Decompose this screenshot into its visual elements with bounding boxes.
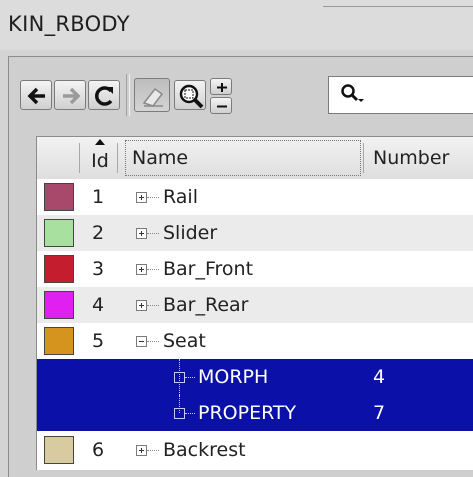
row-name: Seat: [163, 330, 206, 352]
tree-connector: [147, 341, 159, 342]
row-name: MORPH: [198, 366, 269, 388]
color-swatch: [44, 327, 74, 355]
column-header-id[interactable]: Id: [89, 137, 111, 179]
table-header: Id Name Number: [37, 137, 473, 180]
table-row[interactable]: 1 Rail: [37, 179, 473, 215]
forward-icon: [63, 87, 81, 105]
row-id: 6: [91, 439, 105, 461]
expand-icon[interactable]: [136, 192, 147, 203]
leaf-node-icon: [174, 372, 185, 383]
row-id: 5: [91, 330, 105, 352]
color-swatch: [44, 219, 74, 247]
eraser-button[interactable]: [134, 78, 170, 112]
tree-table: Id Name Number 1 Rail 2 Slider 3 Bar_Fro…: [36, 136, 473, 470]
column-header-id-label: Id: [91, 150, 109, 172]
column-separator: [363, 143, 364, 173]
column-separator: [117, 143, 118, 173]
row-name: Bar_Front: [163, 258, 254, 280]
table-row[interactable]: 2 Slider: [37, 215, 473, 251]
expand-icon[interactable]: [136, 445, 147, 456]
search-icon: [341, 84, 364, 102]
back-button[interactable]: [20, 80, 52, 110]
row-name: Slider: [163, 222, 218, 244]
zoom-out-icon: [217, 105, 227, 108]
color-swatch: [44, 436, 74, 464]
titlebar-edge: [323, 6, 473, 7]
row-id: 3: [91, 258, 105, 280]
table-row-selected[interactable]: MORPH 4: [37, 359, 473, 395]
expand-icon[interactable]: [136, 300, 147, 311]
forward-button[interactable]: [54, 80, 86, 110]
row-name: Rail: [163, 186, 198, 208]
table-row-selected[interactable]: PROPERTY 7: [37, 395, 473, 431]
zoom-out-button[interactable]: [210, 97, 232, 114]
column-header-number-label: Number: [373, 147, 450, 169]
leaf-node-icon: [174, 408, 185, 419]
search-input[interactable]: [328, 76, 473, 114]
column-header-number[interactable]: Number: [373, 137, 449, 179]
table-row[interactable]: 4 Bar_Rear: [37, 287, 473, 323]
zoom-in-icon: [217, 83, 227, 92]
color-swatch: [44, 255, 74, 283]
zoom-in-button[interactable]: [210, 78, 232, 95]
collapse-icon[interactable]: [136, 336, 147, 347]
expand-icon[interactable]: [136, 264, 147, 275]
row-id: 4: [91, 294, 105, 316]
zoom-fit-button[interactable]: [174, 80, 206, 110]
window-title: KIN_RBODY: [8, 12, 130, 36]
table-row[interactable]: 6 Backrest: [37, 431, 473, 468]
color-swatch: [44, 183, 74, 211]
tree-connector: [185, 377, 195, 378]
expand-icon[interactable]: [136, 228, 147, 239]
row-id: 2: [91, 222, 105, 244]
color-swatch: [44, 291, 74, 319]
refresh-icon: [95, 86, 113, 106]
row-name: PROPERTY: [198, 402, 297, 424]
column-header-name[interactable]: Name: [125, 140, 361, 176]
tree-connector: [185, 413, 195, 414]
tree-connector: [147, 305, 159, 306]
column-separator: [79, 143, 80, 173]
row-name: Backrest: [163, 439, 246, 461]
tree-connector: [147, 233, 159, 234]
zoom-fit-icon: [179, 84, 204, 109]
back-icon: [27, 87, 45, 105]
tree-connector: [147, 269, 159, 270]
table-row[interactable]: 5 Seat: [37, 323, 473, 359]
toolbar-separator: [126, 74, 130, 116]
table-row[interactable]: 3 Bar_Front: [37, 251, 473, 287]
row-number: 7: [373, 402, 386, 424]
refresh-button[interactable]: [88, 80, 120, 110]
row-number: 4: [373, 366, 386, 388]
column-header-name-label: Name: [132, 147, 189, 169]
eraser-icon: [142, 87, 164, 107]
tree-connector: [147, 197, 159, 198]
row-id: 1: [91, 186, 105, 208]
tree-connector: [147, 450, 159, 451]
window-titlebar: KIN_RBODY: [0, 0, 473, 50]
row-name: Bar_Rear: [163, 294, 249, 316]
